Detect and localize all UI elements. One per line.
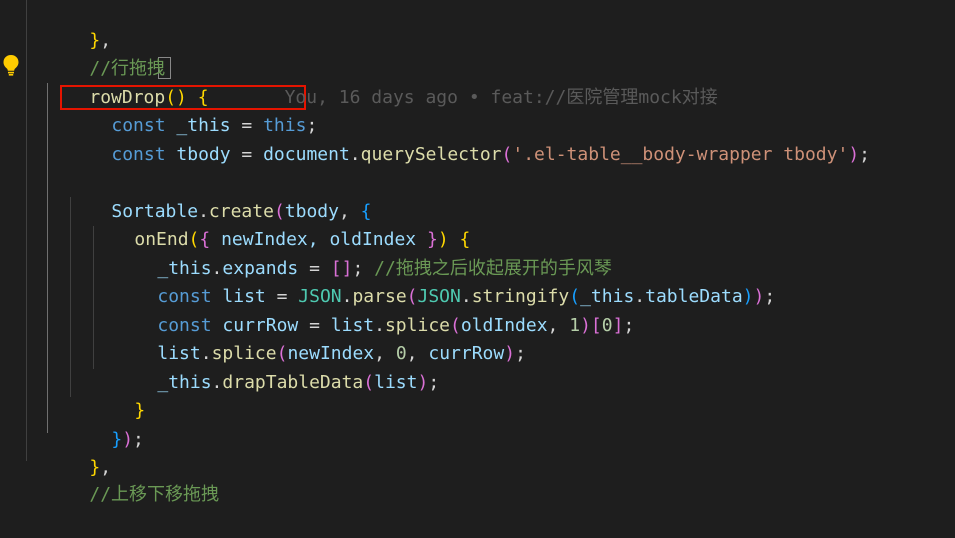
code-editor[interactable]: }, //行拖拽 rowDrop() {You, 16 days ago • f… (0, 0, 955, 505)
code-line-9: _this.expands = []; //拖拽之后收起展开的手风琴 (157, 257, 612, 279)
code-line-8: onEnd({ newIndex, oldIndex }) { (134, 228, 471, 250)
code-line-17: //上移下移拖拽 (0, 452, 955, 505)
code-line-3: rowDrop() {You, 16 days ago • feat://医院管… (0, 55, 955, 108)
keyword: const (111, 143, 166, 165)
code-line-15: }); (111, 428, 144, 450)
comment: //上移下移拖拽 (89, 483, 220, 505)
code-line-2: //行拖拽 (0, 26, 955, 79)
object: document (263, 143, 350, 165)
code-line-13: _this.drapTableData(list); (157, 371, 440, 393)
code-line-4: const _this = this; (111, 114, 318, 136)
string: '.el-table__body-wrapper tbody' (512, 143, 849, 165)
code-line-14: } (0, 368, 955, 421)
code-line-1: }, (0, 0, 955, 51)
code-line-16: }, (89, 456, 112, 478)
method: querySelector (360, 143, 502, 165)
code-line-10: const list = JSON.parse(JSON.stringify(_… (157, 285, 776, 307)
code-line-12: list.splice(newIndex, 0, currRow); (157, 342, 526, 364)
code-line-11: const currRow = list.splice(oldIndex, 1)… (157, 314, 635, 336)
code-line-5: const tbody = document.querySelector('.e… (111, 143, 871, 165)
variable: tbody (176, 143, 231, 165)
code-line-7: Sortable.create(tbody, { (111, 200, 372, 222)
